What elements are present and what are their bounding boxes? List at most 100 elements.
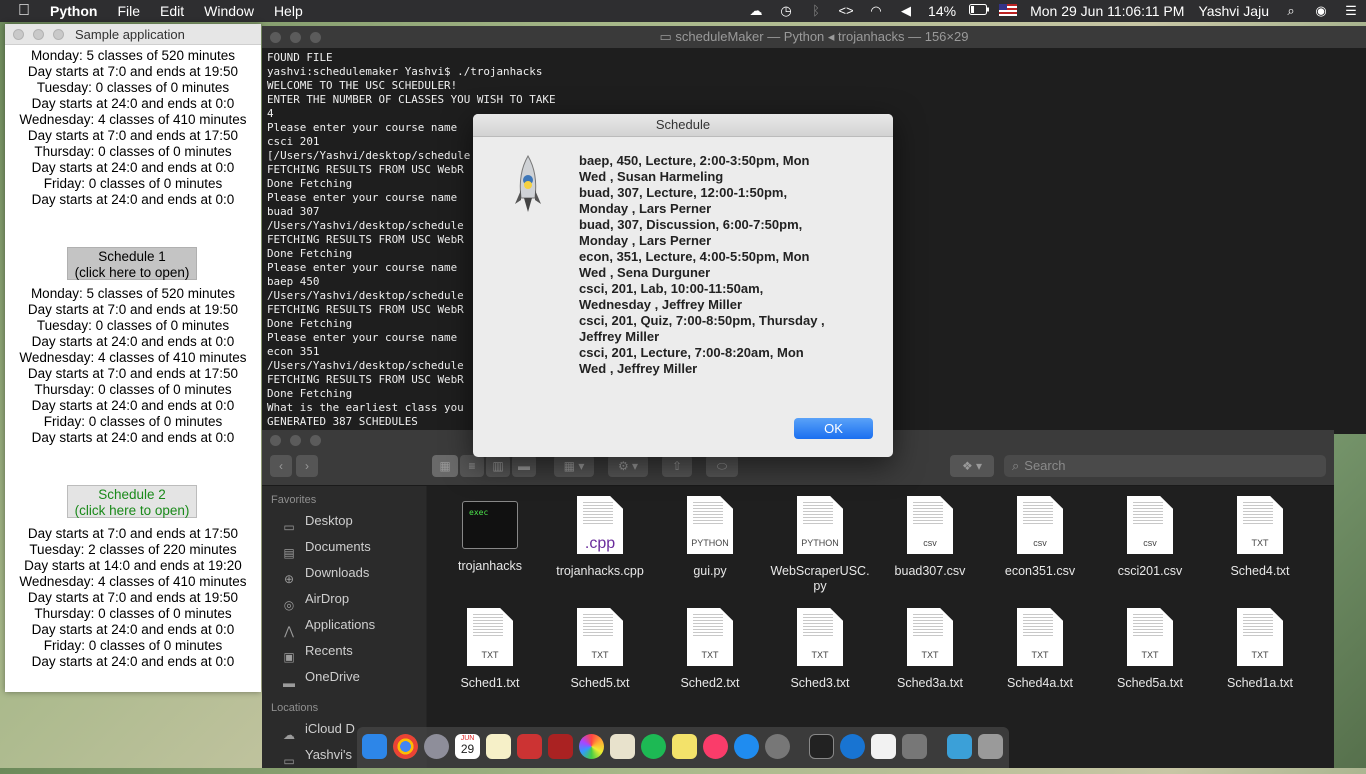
sidebar-item-documents[interactable]: ▤ Documents [262, 534, 426, 560]
file-item[interactable]: PYTHON gui.py [655, 496, 765, 579]
menu-app-name[interactable]: Python [40, 0, 107, 22]
group-button[interactable]: ▦ ▾ [554, 455, 594, 477]
menu-edit[interactable]: Edit [150, 0, 194, 22]
calendar-dock-icon[interactable]: JUN 29 [455, 734, 480, 759]
wifi-icon[interactable]: ◠ [867, 4, 885, 18]
close-button[interactable] [13, 29, 24, 40]
file-item[interactable]: csv econ351.csv [985, 496, 1095, 579]
sidebar-item-recents[interactable]: ▣ Recents [262, 638, 426, 664]
laptop-icon: ▭ [283, 754, 295, 768]
dropbox-icon[interactable]: ❖ ▾ [950, 455, 994, 477]
bluetooth-icon[interactable]: ᛒ [807, 4, 825, 18]
spotlight-search-icon[interactable]: ⌕ [1282, 4, 1300, 18]
photos-dock-icon[interactable] [579, 734, 604, 759]
time-machine-icon[interactable]: ◷ [777, 4, 795, 18]
flag-icon[interactable] [999, 4, 1018, 18]
finder-sidebar: Favorites ▭ Desktop ▤ Documents ⊕ Downloads… [262, 486, 426, 768]
action-gear-icon[interactable]: ⚙ ▾ [608, 455, 648, 477]
app-store-dock-icon[interactable] [734, 734, 759, 759]
siri-icon[interactable]: ◉ [1312, 4, 1330, 18]
stickies-dock-icon[interactable] [672, 734, 697, 759]
code-icon[interactable]: <> [837, 4, 855, 18]
back-button[interactable]: ‹ [270, 455, 292, 477]
apple-icon[interactable]:  [0, 0, 40, 22]
schedule-1-button[interactable]: Schedule 1 (click here to open) [67, 247, 197, 280]
file-item[interactable]: TXT Sched4.txt [1205, 496, 1315, 579]
file-item[interactable]: TXT Sched3.txt [765, 608, 875, 691]
minimize-button[interactable] [33, 29, 44, 40]
file-item[interactable]: PYTHON WebScraperUSC. py [765, 496, 875, 594]
search-field[interactable]: ⌕ Search [1004, 455, 1326, 477]
trash-dock-icon[interactable] [978, 734, 1003, 759]
icon-view-button[interactable]: ▦ [432, 455, 458, 477]
file-item[interactable]: exec trojanhacks [435, 496, 545, 574]
file-item[interactable]: TXT Sched2.txt [655, 608, 765, 691]
zoom-button[interactable] [53, 29, 64, 40]
share-icon[interactable]: ⇧ [662, 455, 692, 477]
close-button[interactable] [270, 32, 281, 43]
download-icon: ⊕ [283, 572, 295, 586]
clock[interactable]: Mon 29 Jun 11:06:11 PM [1023, 3, 1191, 19]
preview-dock-icon[interactable] [610, 734, 635, 759]
dialog-title: Schedule [473, 114, 893, 137]
schedule-line: Wednesday , Jeffrey Miller [579, 297, 743, 312]
summary-line: Thursday: 0 classes of 0 minutes [34, 382, 232, 397]
file-item[interactable]: TXT Sched3a.txt [875, 608, 985, 691]
file-type-badge: TXT [811, 650, 829, 660]
file-item[interactable]: TXT Sched4a.txt [985, 608, 1095, 691]
sidebar-item-downloads[interactable]: ⊕ Downloads [262, 560, 426, 586]
column-view-button[interactable]: ▥ [486, 455, 510, 477]
spotify-dock-icon[interactable] [641, 734, 666, 759]
file-item[interactable]: TXT Sched5.txt [545, 608, 655, 691]
schedule-summary-2: Monday: 5 classes of 520 minutes Day sta… [5, 286, 261, 446]
textedit-dock-icon[interactable] [871, 734, 896, 759]
menu-window[interactable]: Window [194, 0, 264, 22]
notification-center-icon[interactable]: ☰ [1342, 4, 1360, 18]
launchpad-dock-icon[interactable] [424, 734, 449, 759]
schedule-2-button[interactable]: Schedule 2 (click here to open) [67, 485, 197, 518]
chrome-dock-icon[interactable] [393, 734, 418, 759]
file-item[interactable]: TXT Sched1a.txt [1205, 608, 1315, 691]
menu-file[interactable]: File [107, 0, 150, 22]
battery-percent[interactable]: 14% [921, 3, 963, 19]
minimize-button[interactable] [290, 435, 301, 446]
battery-icon[interactable] [969, 4, 990, 18]
system-preferences-dock-icon[interactable] [765, 734, 790, 759]
finder-dock-icon[interactable] [362, 734, 387, 759]
close-button[interactable] [270, 435, 281, 446]
file-item[interactable]: TXT Sched1.txt [435, 608, 545, 691]
sidebar-item-airdrop[interactable]: ◎ AirDrop [262, 586, 426, 612]
zoom-button[interactable] [310, 32, 321, 43]
terminal-dock-icon[interactable] [809, 734, 834, 759]
gallery-view-button[interactable]: ▬ [512, 455, 536, 477]
volume-icon[interactable]: ◀ [897, 4, 915, 18]
file-name: Sched2.txt [680, 676, 740, 690]
onedrive-dock-icon[interactable] [840, 734, 865, 759]
file-item[interactable]: .cpp trojanhacks.cpp [545, 496, 655, 579]
downloads-folder-dock-icon[interactable] [947, 734, 972, 759]
ok-button[interactable]: OK [794, 418, 873, 439]
sidebar-item-applications[interactable]: ⋀ Applications [262, 612, 426, 638]
sidebar-item-desktop[interactable]: ▭ Desktop [262, 508, 426, 534]
user-name[interactable]: Yashvi Jaju [1191, 3, 1276, 19]
list-view-button[interactable]: ≡ [460, 455, 484, 477]
sidebar-item-onedrive[interactable]: ▬ OneDrive [262, 664, 426, 690]
locations-header: Locations [271, 702, 319, 714]
menu-help[interactable]: Help [264, 0, 313, 22]
zoom-button[interactable] [310, 435, 321, 446]
file-item[interactable]: TXT Sched5a.txt [1095, 608, 1205, 691]
file-item[interactable]: csv buad307.csv [875, 496, 985, 579]
file-type-badge: csv [1033, 538, 1047, 548]
notes-dock-icon[interactable] [486, 734, 511, 759]
dictionary-dock-icon[interactable] [517, 734, 542, 759]
itunes-dock-icon[interactable] [703, 734, 728, 759]
file-item[interactable]: csv csci201.csv [1095, 496, 1205, 579]
minimize-button[interactable] [290, 32, 301, 43]
python-launcher-dock-icon[interactable] [902, 734, 927, 759]
document-preview [1023, 502, 1053, 524]
creative-cloud-icon[interactable]: ☁ [747, 4, 765, 18]
tag-icon[interactable]: ⬭ [706, 455, 738, 477]
photo-booth-dock-icon[interactable] [548, 734, 573, 759]
forward-button[interactable]: › [296, 455, 318, 477]
summary-line: Monday: 5 classes of 520 minutes [30, 286, 236, 301]
